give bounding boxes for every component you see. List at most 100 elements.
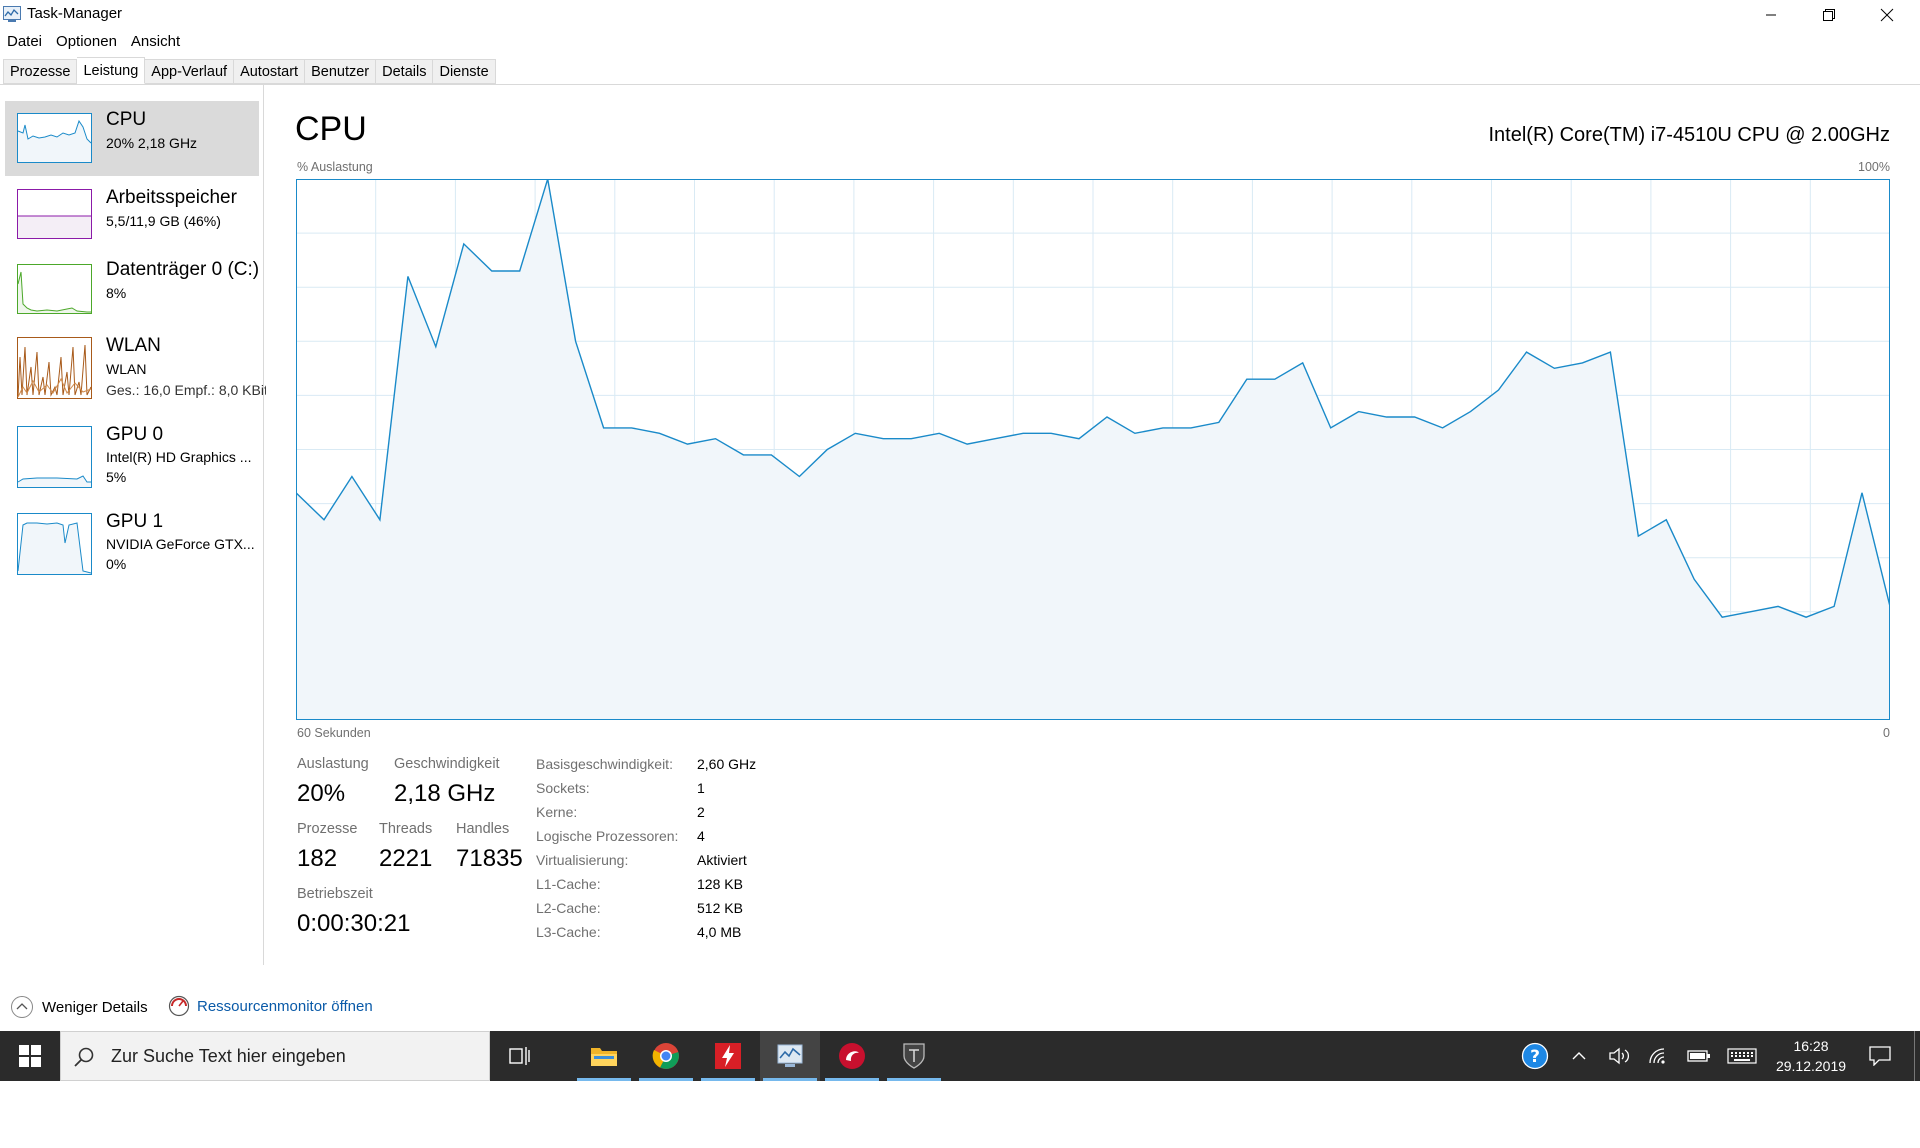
sidebar-title: CPU <box>106 109 147 130</box>
sidebar-title: GPU 1 <box>106 511 164 532</box>
resource-monitor-label: Ressourcenmonitor öffnen <box>197 997 373 1015</box>
resource-monitor-icon <box>168 995 190 1017</box>
sidebar-item-cpu[interactable]: CPU 20% 2,18 GHz <box>5 101 259 176</box>
stat-value-geschwindigkeit: 2,18 GHz <box>394 780 496 807</box>
gpu0-thumbnail <box>17 426 92 488</box>
gpu1-thumbnail <box>17 513 92 575</box>
x-axis-min: 0 <box>1883 726 1890 740</box>
keyboard-button[interactable] <box>1724 1031 1760 1081</box>
sidebar-subtitle: 20% 2,18 GHz <box>106 135 198 151</box>
battery-button[interactable] <box>1684 1031 1714 1081</box>
page-title: CPU <box>295 110 367 148</box>
stat-value-handles: 71835 <box>456 845 523 872</box>
sidebar-item-disk[interactable]: Datenträger 0 (C:) 8% <box>5 253 259 328</box>
taskbar-chrome[interactable] <box>636 1031 696 1081</box>
minimize-button[interactable] <box>1742 0 1800 30</box>
folder-icon <box>591 1048 617 1066</box>
taskbar-explorer[interactable] <box>574 1031 634 1081</box>
stat-label-prozesse: Prozesse <box>297 821 358 837</box>
y-axis-label: % Auslastung <box>297 160 373 174</box>
taskbar-app-red[interactable] <box>698 1031 758 1081</box>
detail-value: 128 KB <box>697 876 743 892</box>
search-icon <box>74 1047 94 1067</box>
sidebar-subtitle: 8% <box>106 285 127 301</box>
sidebar-title: Arbeitsspeicher <box>106 187 237 208</box>
task-view-button[interactable] <box>490 1031 550 1081</box>
tab-details[interactable]: Details <box>376 59 434 84</box>
tab-strip: Prozesse Leistung App-Verlauf Autostart … <box>3 57 496 85</box>
detail-value: 1 <box>697 780 705 796</box>
clock-date[interactable]: 29.12.2019 <box>1766 1058 1856 1074</box>
sidebar-subtitle: Intel(R) HD Graphics ... <box>106 449 252 465</box>
resource-monitor-link[interactable]: Ressourcenmonitor öffnen <box>168 995 373 1017</box>
menu-ansicht[interactable]: Ansicht <box>124 30 187 54</box>
detail-value: 2,60 GHz <box>697 756 757 772</box>
show-desktop-divider[interactable] <box>1914 1031 1915 1081</box>
menu-datei[interactable]: Datei <box>0 30 49 54</box>
sidebar-subtitle-2: 0% <box>106 556 127 572</box>
battery-icon <box>1687 1050 1710 1062</box>
start-button[interactable] <box>0 1031 60 1081</box>
volume-button[interactable] <box>1604 1031 1634 1081</box>
speaker-icon <box>1609 1047 1629 1065</box>
detail-value: Aktiviert <box>697 852 747 868</box>
sidebar-item-wlan[interactable]: WLAN WLAN Ges.: 16,0 Empf.: 8,0 KBit/s <box>5 329 266 415</box>
task-manager-icon <box>777 1044 803 1067</box>
network-button[interactable] <box>1644 1031 1674 1081</box>
notifications-button[interactable] <box>1862 1031 1898 1081</box>
blank-area <box>0 1081 1920 1148</box>
help-tray-button[interactable]: ? <box>1518 1031 1552 1081</box>
taskbar: Zur Suche Text hier eingeben ? 16:28 29.… <box>0 1031 1920 1081</box>
taskbar-app-tanks[interactable] <box>884 1031 944 1081</box>
chevron-up-icon <box>1572 1052 1586 1060</box>
sidebar-item-gpu0[interactable]: GPU 0 Intel(R) HD Graphics ... 5% <box>5 416 259 502</box>
tab-leistung[interactable]: Leistung <box>77 57 146 84</box>
stat-value-auslastung: 20% <box>297 780 346 807</box>
tab-app-verlauf[interactable]: App-Verlauf <box>145 59 235 84</box>
performance-sidebar: CPU 20% 2,18 GHz Arbeitsspeicher 5,5/11,… <box>0 85 266 965</box>
detail-value: 4 <box>697 828 705 844</box>
tab-benutzer[interactable]: Benutzer <box>305 59 377 84</box>
sidebar-title: GPU 0 <box>106 424 164 445</box>
cpu-model-name: Intel(R) Core(TM) i7-4510U CPU @ 2.00GHz <box>1488 124 1890 146</box>
clock-time[interactable]: 16:28 <box>1766 1038 1856 1054</box>
chrome-icon <box>652 1043 679 1069</box>
less-details-button[interactable]: Weniger Details <box>10 995 148 1019</box>
taskbar-search[interactable]: Zur Suche Text hier eingeben <box>60 1031 490 1081</box>
notification-icon <box>1869 1046 1891 1066</box>
search-placeholder: Zur Suche Text hier eingeben <box>111 1046 346 1066</box>
taskbar-task-manager[interactable] <box>760 1031 820 1081</box>
stat-label-threads: Threads <box>379 821 433 837</box>
keyboard-icon <box>1727 1048 1757 1064</box>
stat-label-handles: Handles <box>456 821 510 837</box>
detail-label: Logische Prozessoren: <box>536 828 679 844</box>
sidebar-item-gpu1[interactable]: GPU 1 NVIDIA GeForce GTX... 0% <box>5 503 259 589</box>
sidebar-subtitle-2: Ges.: 16,0 Empf.: 8,0 KBit/s <box>106 382 266 398</box>
memory-thumbnail <box>17 189 92 239</box>
close-button[interactable] <box>1858 0 1916 30</box>
taskbar-app-swirl[interactable] <box>822 1031 882 1081</box>
sidebar-item-memory[interactable]: Arbeitsspeicher 5,5/11,9 GB (46%) <box>5 177 259 252</box>
tab-prozesse[interactable]: Prozesse <box>3 59 78 84</box>
task-view-icon <box>509 1047 530 1065</box>
tab-dienste[interactable]: Dienste <box>433 59 496 84</box>
title-bar: Task-Manager <box>0 0 1920 30</box>
restore-button[interactable] <box>1800 0 1858 30</box>
wifi-icon <box>1649 1048 1665 1064</box>
footer-bar: Weniger Details Ressourcenmonitor öffnen <box>0 985 1920 1031</box>
tab-autostart[interactable]: Autostart <box>234 59 306 84</box>
detail-value: 2 <box>697 804 705 820</box>
tray-expand-button[interactable] <box>1566 1031 1592 1081</box>
detail-value: 4,0 MB <box>697 924 742 940</box>
cpu-thumbnail <box>17 113 92 163</box>
disk-thumbnail <box>17 264 92 314</box>
y-axis-max: 100% <box>1858 160 1890 174</box>
detail-label: Virtualisierung: <box>536 852 629 868</box>
detail-label: Sockets: <box>536 780 590 796</box>
lightning-app-icon <box>715 1043 741 1069</box>
menu-optionen[interactable]: Optionen <box>49 30 124 54</box>
svg-text:?: ? <box>1530 1047 1540 1067</box>
minimize-icon <box>1766 14 1776 16</box>
sidebar-subtitle-2: 5% <box>106 469 127 485</box>
shield-icon <box>903 1043 925 1069</box>
